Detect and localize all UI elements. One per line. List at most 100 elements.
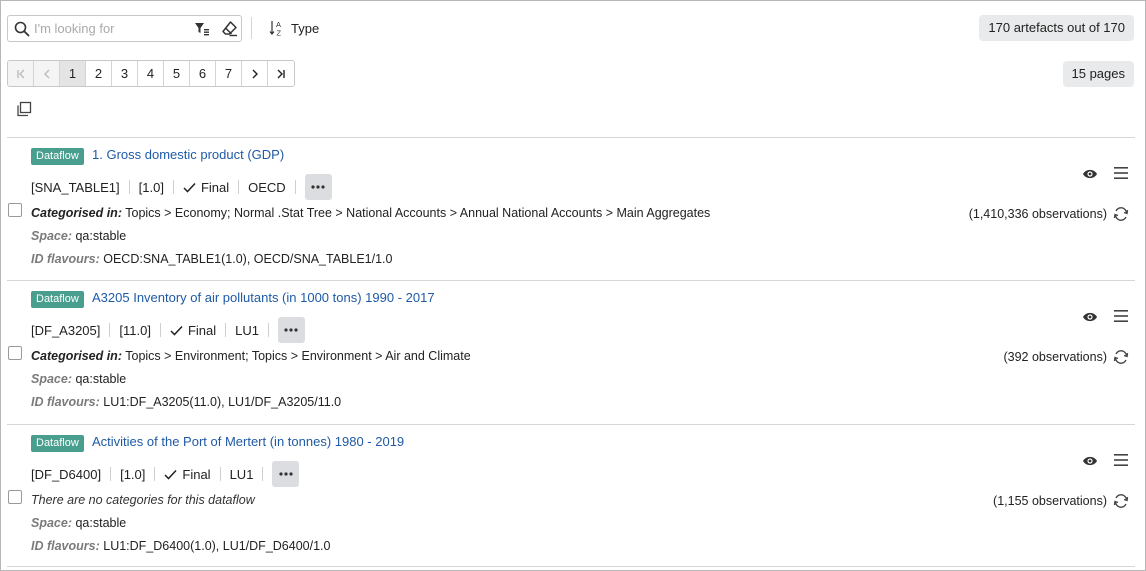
menu-icon[interactable] bbox=[1113, 166, 1129, 180]
artefact-browser: A Z Type 170 artefacts out of 170 1 2 3 … bbox=[0, 0, 1146, 571]
type-badge: Dataflow bbox=[31, 148, 84, 165]
first-page-icon bbox=[16, 69, 24, 79]
artefact-meta: [DF_D6400] [1.0] Final LU1 bbox=[31, 461, 300, 487]
categorised-label: Categorised in: bbox=[31, 206, 122, 220]
artefact-id: [DF_D6400] bbox=[31, 466, 102, 482]
more-icon bbox=[279, 472, 293, 476]
search-box bbox=[7, 15, 242, 42]
last-page-icon bbox=[277, 69, 285, 79]
observation-count: (1,410,336 observations) bbox=[968, 207, 1107, 221]
page-count-badge: 15 pages bbox=[1062, 61, 1134, 87]
id-flavours-label: ID flavours: bbox=[31, 252, 100, 266]
artefact-version: [1.0] bbox=[138, 179, 164, 195]
status-final: Final bbox=[183, 180, 229, 195]
artefact-meta: [SNA_TABLE1] [1.0] Final OECD bbox=[31, 174, 332, 200]
select-checkbox[interactable] bbox=[8, 203, 22, 217]
artefact-agency: LU1 bbox=[229, 466, 254, 482]
refresh-icon[interactable] bbox=[1113, 206, 1129, 222]
filter-icon[interactable] bbox=[194, 21, 210, 37]
list-item: Dataflow Activities of the Port of Merte… bbox=[7, 424, 1135, 567]
artefact-version: [1.0] bbox=[120, 466, 146, 482]
menu-icon[interactable] bbox=[1113, 309, 1129, 323]
categorised-in: Categorised in: Topics > Economy; Normal… bbox=[31, 206, 710, 220]
artefact-title-link[interactable]: Activities of the Port of Mertert (in to… bbox=[92, 434, 404, 449]
status-label: Final bbox=[200, 179, 230, 195]
status-final: Final bbox=[170, 323, 216, 338]
artefact-count-badge: 170 artefacts out of 170 bbox=[979, 15, 1134, 41]
list-item: Dataflow A3205 Inventory of air pollutan… bbox=[7, 280, 1135, 423]
categorised-label: Categorised in: bbox=[31, 349, 122, 363]
id-flavours: ID flavours: OECD:SNA_TABLE1(1.0), OECD/… bbox=[31, 252, 392, 266]
page-button-7[interactable]: 7 bbox=[216, 61, 242, 86]
status-label: Final bbox=[182, 466, 211, 482]
svg-text:Z: Z bbox=[277, 29, 282, 38]
space: Space: qa:stable bbox=[31, 516, 126, 530]
categorised-value: Topics > Economy; Normal .Stat Tree > Na… bbox=[125, 206, 711, 220]
id-flavours: ID flavours: LU1:DF_D6400(1.0), LU1/DF_D… bbox=[31, 539, 330, 553]
sort-label: Type bbox=[291, 20, 320, 36]
eraser-icon[interactable] bbox=[221, 20, 238, 37]
space-label: Space: bbox=[31, 229, 72, 243]
artefact-title-link[interactable]: 1. Gross domestic product (GDP) bbox=[92, 147, 284, 162]
copy-icon[interactable] bbox=[16, 101, 32, 117]
status-final: Final bbox=[164, 466, 211, 482]
more-icon bbox=[284, 328, 299, 332]
artefact-agency: OECD bbox=[248, 179, 286, 195]
more-actions-button[interactable] bbox=[304, 174, 332, 200]
next-page-icon bbox=[252, 69, 258, 79]
prev-page-button[interactable] bbox=[34, 61, 60, 86]
categorised-value: Topics > Environment; Topics > Environme… bbox=[125, 349, 471, 363]
check-icon bbox=[183, 182, 196, 193]
list-divider bbox=[7, 566, 1135, 567]
artefact-version: [11.0] bbox=[119, 322, 151, 338]
last-page-button[interactable] bbox=[268, 61, 294, 86]
refresh-icon[interactable] bbox=[1113, 493, 1129, 509]
page-button-6[interactable]: 6 bbox=[190, 61, 216, 86]
space: Space: qa:stable bbox=[31, 229, 126, 243]
next-page-button[interactable] bbox=[242, 61, 268, 86]
artefact-id: [SNA_TABLE1] bbox=[31, 179, 120, 195]
space-label: Space: bbox=[31, 372, 72, 386]
no-categories-note: There are no categories for this dataflo… bbox=[31, 493, 255, 507]
pagination: 1 2 3 4 5 6 7 bbox=[7, 60, 295, 87]
select-checkbox[interactable] bbox=[8, 490, 22, 504]
check-icon bbox=[164, 469, 177, 480]
id-flavours-value: OECD:SNA_TABLE1(1.0), OECD/SNA_TABLE1/1.… bbox=[103, 252, 393, 266]
sort-by-type-button[interactable]: A Z Type bbox=[269, 18, 319, 38]
select-checkbox[interactable] bbox=[8, 346, 22, 360]
page-button-1[interactable]: 1 bbox=[60, 61, 86, 86]
id-flavours-value: LU1:DF_D6400(1.0), LU1/DF_D6400/1.0 bbox=[103, 539, 331, 553]
eye-icon[interactable] bbox=[1082, 455, 1098, 467]
check-icon bbox=[170, 325, 183, 336]
search-icon bbox=[14, 21, 30, 37]
artefact-title-link[interactable]: A3205 Inventory of air pollutants (in 10… bbox=[92, 290, 435, 305]
sort-icon: A Z bbox=[269, 20, 282, 38]
more-icon bbox=[311, 185, 325, 189]
page-button-4[interactable]: 4 bbox=[138, 61, 164, 86]
id-flavours: ID flavours: LU1:DF_A3205(11.0), LU1/DF_… bbox=[31, 395, 341, 409]
type-badge: Dataflow bbox=[31, 291, 84, 308]
page-button-5[interactable]: 5 bbox=[164, 61, 190, 86]
status-label: Final bbox=[187, 322, 217, 338]
space-value: qa:stable bbox=[75, 372, 127, 386]
space-label: Space: bbox=[31, 516, 72, 530]
toolbar-divider bbox=[251, 17, 252, 39]
first-page-button[interactable] bbox=[8, 61, 34, 86]
page-button-3[interactable]: 3 bbox=[112, 61, 138, 86]
more-actions-button[interactable] bbox=[272, 461, 300, 487]
id-flavours-label: ID flavours: bbox=[31, 539, 100, 553]
prev-page-icon bbox=[43, 69, 49, 79]
refresh-icon[interactable] bbox=[1113, 349, 1129, 365]
space-value: qa:stable bbox=[75, 229, 127, 243]
artefact-meta: [DF_A3205] [11.0] Final LU1 bbox=[31, 317, 305, 343]
search-input[interactable] bbox=[34, 19, 189, 38]
eye-icon[interactable] bbox=[1082, 168, 1098, 180]
artefact-id: [DF_A3205] bbox=[31, 322, 101, 338]
eye-icon[interactable] bbox=[1082, 311, 1098, 323]
id-flavours-value: LU1:DF_A3205(11.0), LU1/DF_A3205/11.0 bbox=[103, 395, 342, 409]
list-item: Dataflow 1. Gross domestic product (GDP)… bbox=[7, 137, 1135, 280]
space: Space: qa:stable bbox=[31, 372, 126, 386]
menu-icon[interactable] bbox=[1113, 453, 1129, 467]
more-actions-button[interactable] bbox=[277, 317, 305, 343]
page-button-2[interactable]: 2 bbox=[86, 61, 112, 86]
